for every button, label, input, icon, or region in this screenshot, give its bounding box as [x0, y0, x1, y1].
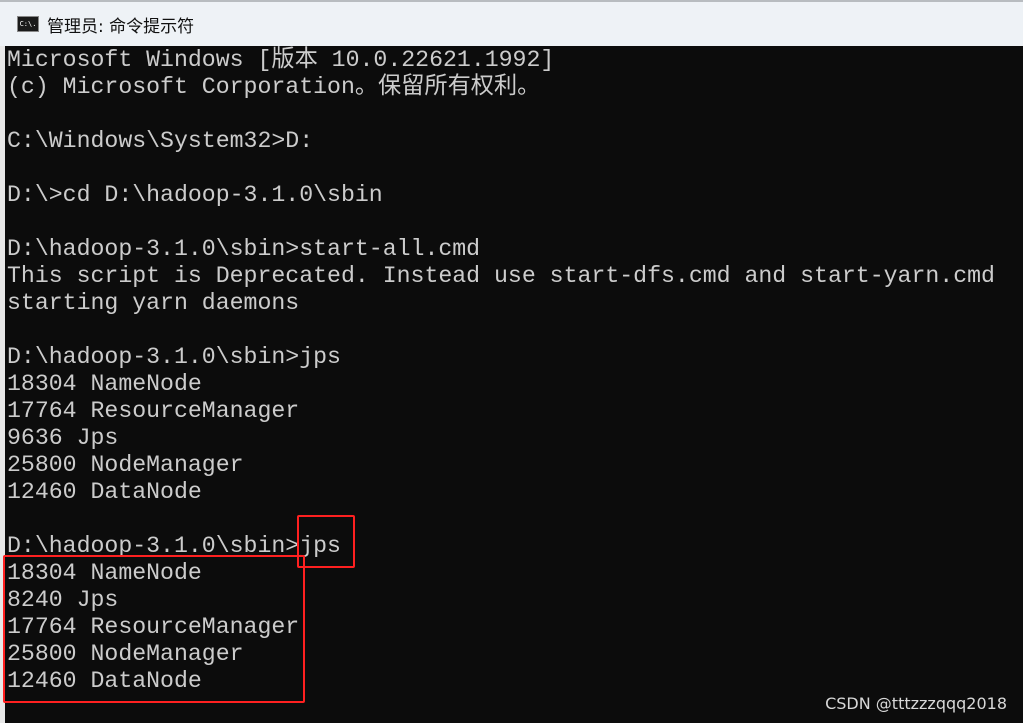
console-line: 18304 NameNode: [7, 371, 202, 397]
watermark: CSDN @tttzzzqqq2018: [825, 694, 1007, 713]
console-line: D:\hadoop-3.1.0\sbin>jps: [7, 344, 341, 370]
console-line: 12460 DataNode: [7, 479, 202, 505]
console-line: 17764 ResourceManager: [7, 398, 300, 424]
window-title: 管理员: 命令提示符: [47, 17, 195, 37]
console-line: starting yarn daemons: [7, 290, 300, 316]
console-line: 25800 NodeManager: [7, 452, 244, 478]
console-line: C:\Windows\System32>D:: [7, 128, 314, 154]
title-bar[interactable]: C:\. 管理员: 命令提示符: [0, 0, 1023, 46]
console-line: 9636 Jps: [7, 425, 119, 451]
highlight-box-command: [297, 515, 355, 568]
cmd-icon: C:\.: [17, 16, 39, 32]
console-line: (c) Microsoft Corporation。保留所有权利。: [7, 74, 541, 100]
console-line: Microsoft Windows [版本 10.0.22621.1992]: [7, 47, 555, 73]
highlight-box-output: [3, 555, 305, 703]
console-line: D:\>cd D:\hadoop-3.1.0\sbin: [7, 182, 383, 208]
console-line: This script is Deprecated. Instead use s…: [7, 263, 995, 289]
console-line: D:\hadoop-3.1.0\sbin>start-all.cmd: [7, 236, 481, 262]
